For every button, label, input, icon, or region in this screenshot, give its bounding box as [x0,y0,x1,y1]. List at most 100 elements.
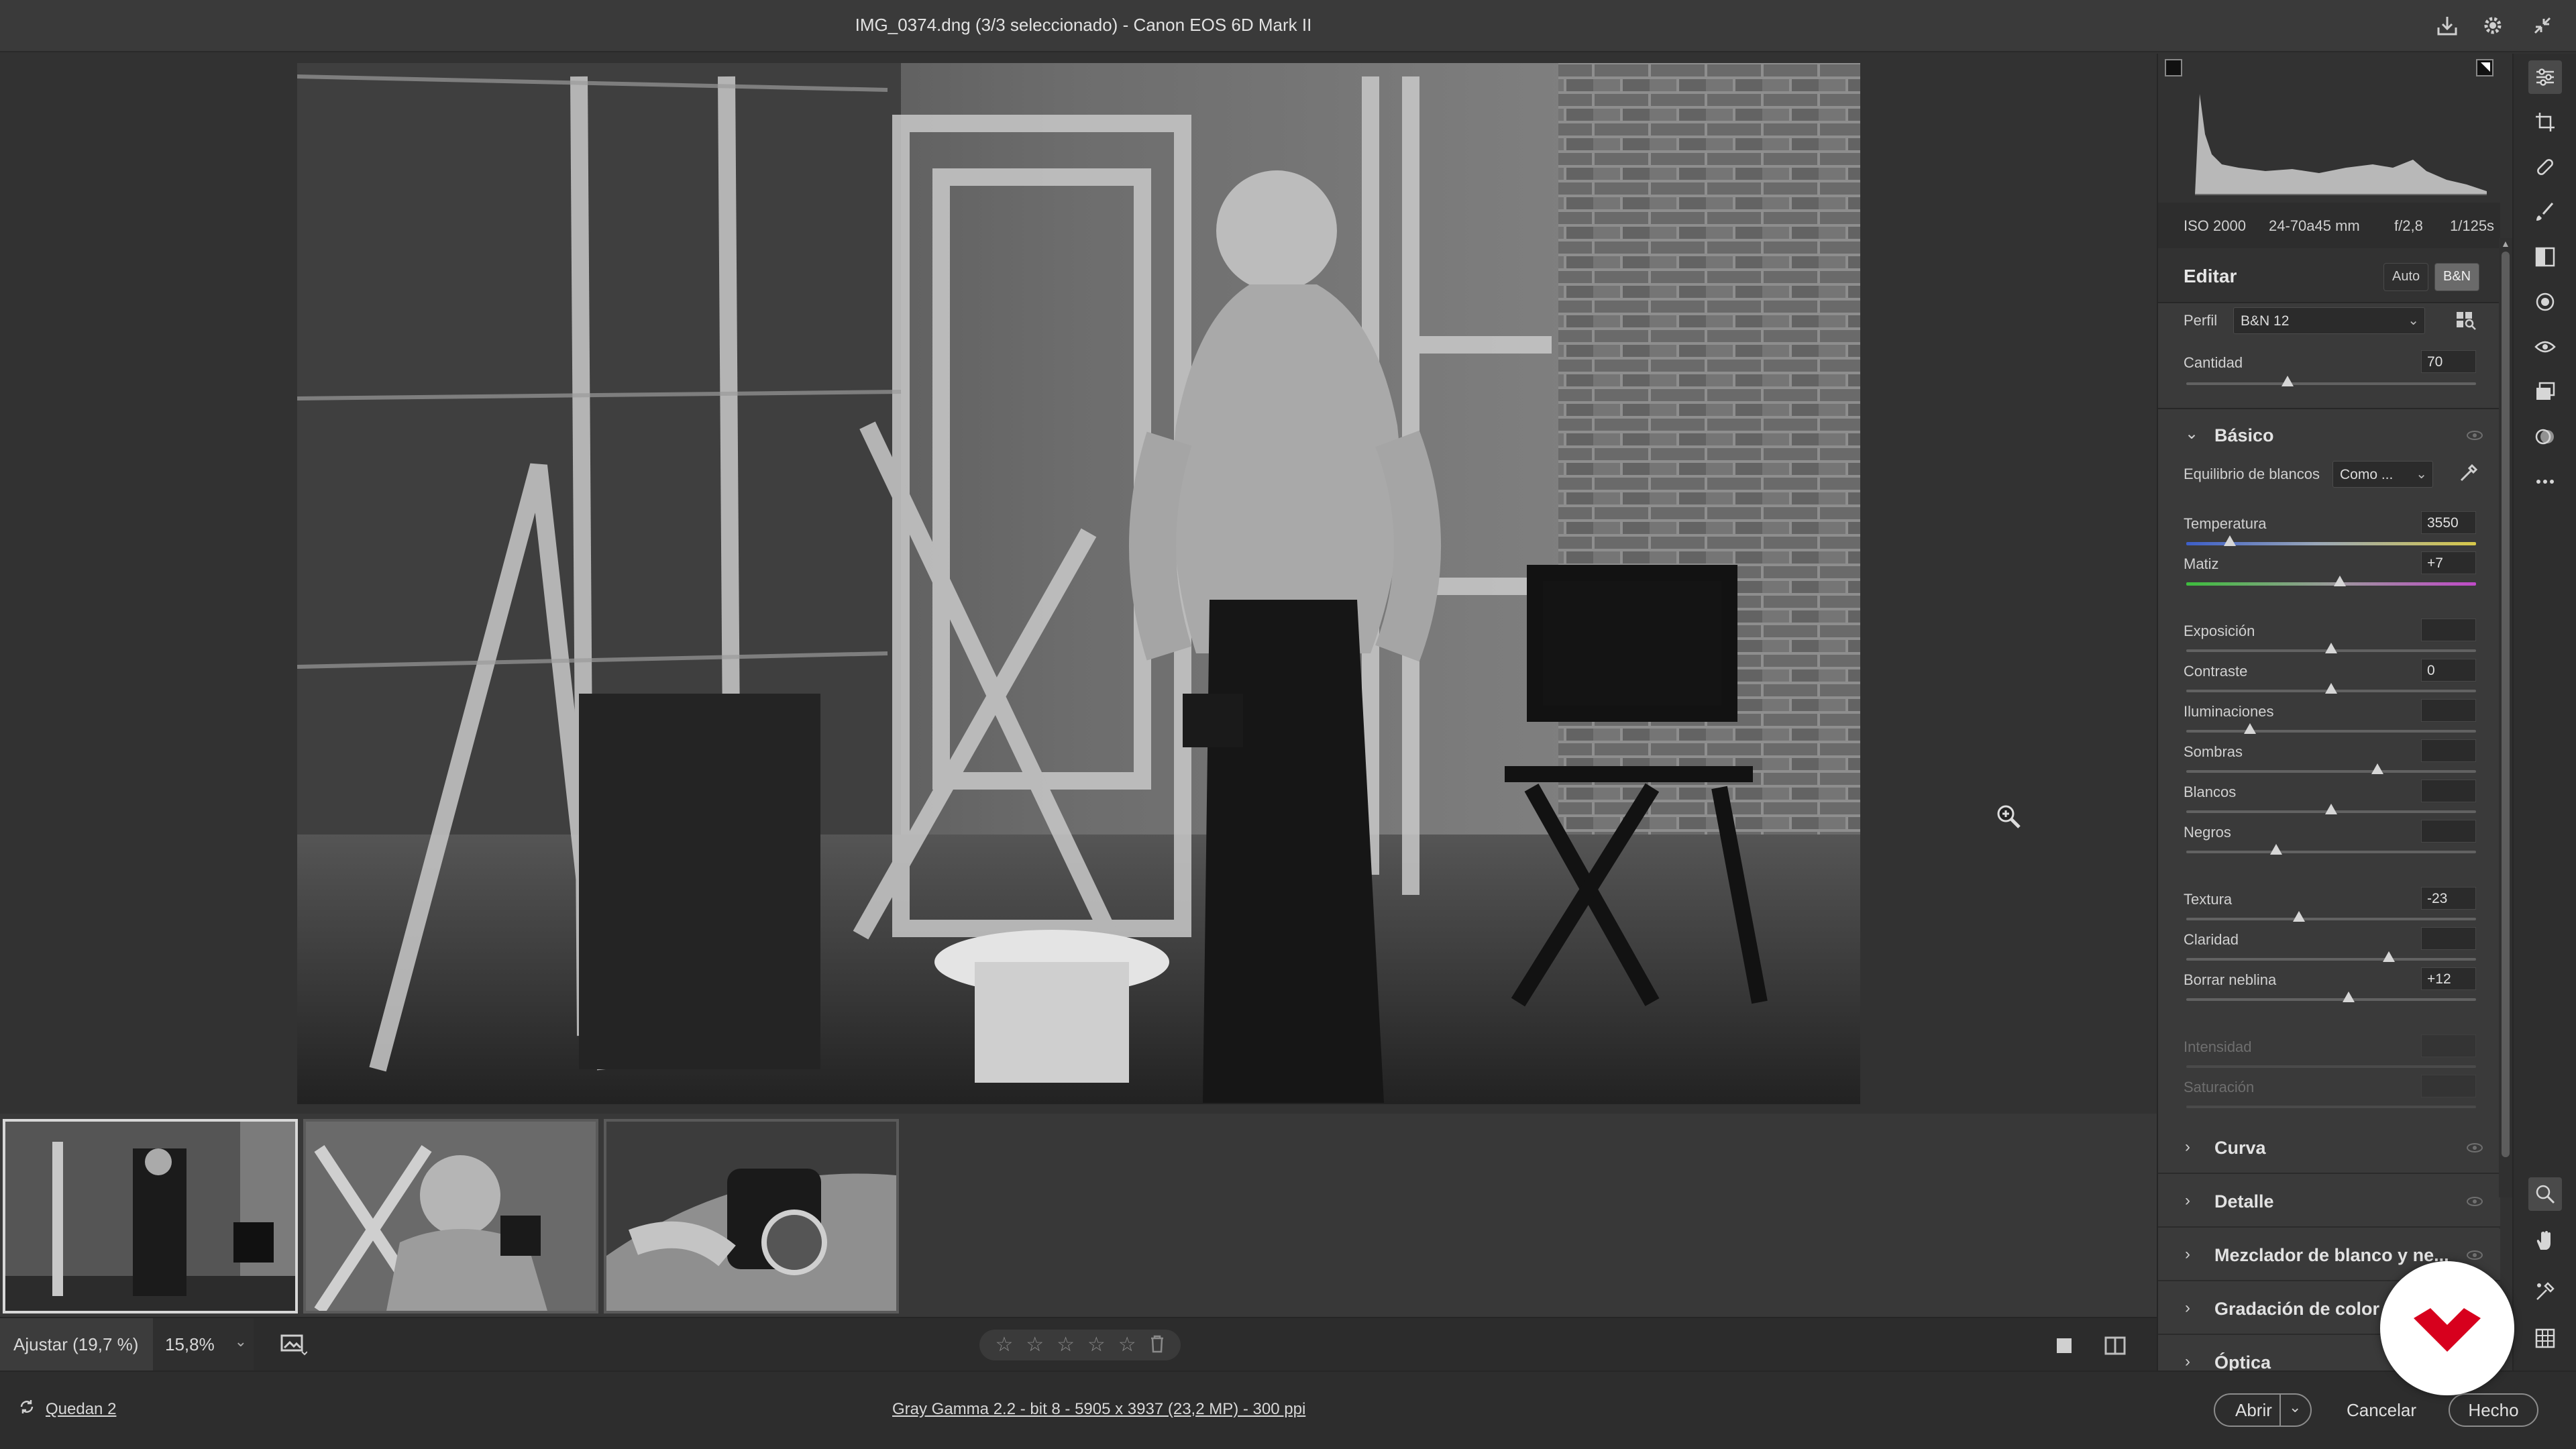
section-detalle[interactable]: › Detalle [2158,1175,2500,1228]
star-icon[interactable]: ☆ [995,1335,1013,1355]
image-canvas[interactable] [0,54,2157,1114]
claridad-slider-thumb[interactable] [2383,951,2396,962]
star-icon[interactable]: ☆ [1026,1335,1044,1355]
chevron-right-icon: › [2185,1352,2190,1371]
exposicion-value-field[interactable] [2421,619,2476,641]
presets-icon[interactable] [2528,375,2562,409]
amount-slider[interactable] [2186,382,2476,385]
borrar-neblina-value-field[interactable]: +12 [2421,967,2476,990]
brush-icon[interactable] [2528,195,2562,229]
star-icon[interactable]: ☆ [1087,1335,1106,1355]
white-balance-select[interactable]: Como ... ⌄ [2332,461,2433,488]
aperture-value: f/2,8 [2394,217,2423,234]
blancos-slider-thumb[interactable] [2325,804,2337,814]
trash-icon[interactable] [1149,1334,1165,1356]
zoom-level-select[interactable]: 15,8% ⌄ [153,1318,254,1372]
iluminaciones-slider[interactable] [2186,730,2476,733]
shadow-clipping-toggle[interactable] [2165,59,2182,76]
basic-section-header[interactable]: ⌄ Básico [2158,409,2500,462]
radial-filter-icon[interactable] [2528,285,2562,319]
claridad-value-field[interactable] [2421,927,2476,950]
negros-slider-thumb[interactable] [2269,844,2282,855]
collapse-icon[interactable] [2529,12,2556,39]
exposicion-slider-thumb[interactable] [2325,643,2337,653]
contraste-value-field[interactable]: 0 [2421,659,2476,682]
more-icon[interactable] [2528,465,2562,498]
bw-button[interactable]: B&N [2434,263,2480,291]
matiz-slider[interactable] [2186,582,2476,586]
amount-slider-thumb[interactable] [2282,376,2294,386]
iluminaciones-value-field[interactable] [2421,699,2476,722]
main-photo[interactable] [297,63,1860,1104]
grid-icon[interactable] [2528,1322,2562,1355]
snapshots-icon[interactable] [2528,420,2562,453]
gear-icon[interactable] [2479,12,2506,39]
healing-icon[interactable] [2528,150,2562,184]
textura-slider[interactable] [2186,918,2476,920]
chevron-down-icon: ⌄ [2416,467,2427,482]
matiz-value-field[interactable]: +7 [2421,551,2476,574]
highlight-clipping-toggle[interactable] [2476,59,2493,76]
negros-value-field[interactable] [2421,820,2476,843]
single-view-icon[interactable] [2053,1334,2076,1360]
edit-title: Editar [2184,266,2237,286]
red-eye-icon[interactable] [2528,330,2562,364]
hand-icon[interactable] [2528,1224,2562,1258]
contraste-slider-thumb[interactable] [2325,683,2337,694]
chevron-right-icon: › [2185,1299,2190,1317]
open-button[interactable]: Abrir ⌄ [2214,1393,2312,1427]
done-button[interactable]: Hecho [2449,1393,2538,1427]
blancos-value-field[interactable] [2421,780,2476,802]
thumbnail-3[interactable] [604,1119,899,1313]
eye-icon[interactable] [2467,1250,2483,1260]
eye-icon[interactable] [2467,1143,2483,1152]
filmstrip-options-icon[interactable] [280,1333,308,1360]
textura-value-field[interactable]: -23 [2421,887,2476,910]
panel-scrollbar[interactable]: ▲ [2499,238,2512,1197]
fit-zoom-button[interactable]: Ajustar (19,7 %) [0,1318,153,1372]
star-icon[interactable]: ☆ [1118,1335,1136,1355]
iluminaciones-slider-thumb[interactable] [2244,723,2257,734]
color-sampler-icon[interactable] [2528,1275,2562,1308]
section-title: Detalle [2214,1191,2274,1212]
scroll-up-icon[interactable]: ▲ [2501,238,2510,249]
zoom-icon[interactable] [2528,1177,2562,1211]
remaining-indicator[interactable]: Quedan 2 [19,1399,116,1419]
sombras-slider-thumb[interactable] [2371,763,2384,774]
auto-button[interactable]: Auto [2383,263,2429,291]
eye-icon[interactable] [2467,1197,2483,1206]
profile-select[interactable]: B&N 12 ⌄ [2233,307,2425,334]
cancel-button[interactable]: Cancelar [2334,1393,2428,1427]
temperatura-value-field[interactable]: 3550 [2421,511,2476,534]
chevron-right-icon: › [2185,1191,2190,1210]
star-icon[interactable]: ☆ [1057,1335,1075,1355]
claridad-slider[interactable] [2186,958,2476,961]
section-curva[interactable]: › Curva [2158,1122,2500,1174]
sombras-slider[interactable] [2186,770,2476,773]
eyedropper-icon[interactable] [2457,462,2480,488]
profile-browser-icon[interactable] [2455,309,2477,335]
temperatura-slider-thumb[interactable] [2223,535,2236,546]
thumbnail-1[interactable] [3,1119,298,1313]
eye-icon[interactable] [2467,431,2483,440]
sombras-value-field[interactable] [2421,739,2476,762]
temperatura-label: Temperatura [2184,515,2267,532]
save-icon[interactable] [2434,12,2461,39]
chevron-down-icon[interactable]: ⌄ [2289,1399,2301,1416]
textura-slider-thumb[interactable] [2293,911,2306,922]
scrollbar-thumb[interactable] [2502,252,2510,1157]
borrar-neblina-slider-thumb[interactable] [2342,991,2355,1002]
before-after-icon[interactable] [2104,1334,2127,1360]
matiz-slider-thumb[interactable] [2333,576,2346,586]
chevron-down-icon: ⌄ [2408,313,2419,328]
workflow-options-link[interactable]: Gray Gamma 2.2 - bit 8 - 5905 x 3937 (23… [892,1400,1305,1419]
claridad-label: Claridad [2184,931,2239,948]
amount-value-field[interactable]: 70 [2421,350,2476,373]
crop-icon[interactable] [2528,105,2562,139]
edit-sliders-icon[interactable] [2528,60,2562,94]
borrar-neblina-slider[interactable] [2186,998,2476,1001]
negros-slider[interactable] [2186,851,2476,853]
gradient-icon[interactable] [2528,240,2562,274]
thumbnail-2[interactable] [303,1119,598,1313]
basic-title: Básico [2214,425,2274,445]
